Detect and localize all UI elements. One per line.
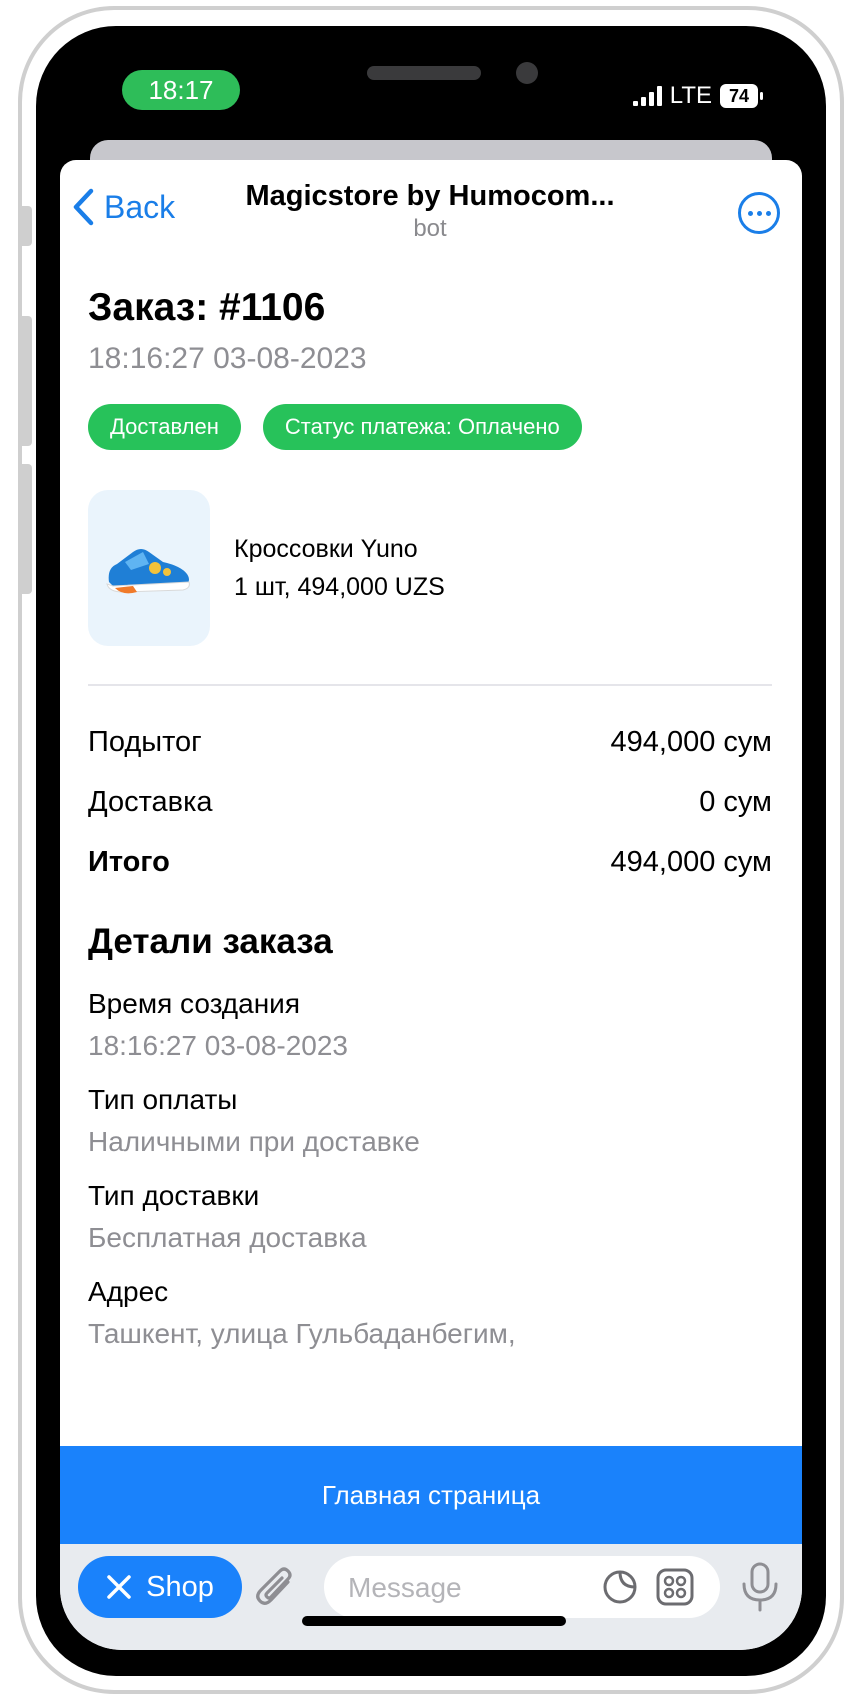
sneaker-icon [106,549,190,594]
payment-type-label: Тип оплаты [88,1084,238,1115]
chat-input-bar: Shop [60,1544,802,1650]
back-label: Back [104,188,176,225]
address-label: Адрес [88,1276,169,1307]
subtotal-label: Подытог [88,726,202,758]
home-indicator[interactable] [302,1616,566,1626]
dynamic-island-camera [516,62,538,84]
message-input[interactable] [346,1556,580,1620]
volume-down-button [18,464,32,594]
shop-label: Shop [146,1570,214,1603]
close-icon [107,1575,131,1599]
screen: 18:17 LTE 74 Back Magicstore by Humocom.… [60,42,802,1650]
created-time-value: 18:16:27 03-08-2023 [88,1030,348,1061]
delivery-type-value: Бесплатная доставка [88,1222,367,1253]
product-name: Кроссовки Yuno [234,535,418,563]
bot-subtitle: bot [413,215,447,242]
status-time[interactable]: 18:17 [122,70,240,110]
bot-title: Magicstore by Humocom... [245,180,615,212]
order-details-title: Детали заказа [88,922,333,961]
message-field[interactable] [324,1556,720,1620]
sticker-icon[interactable] [602,1569,638,1605]
order-title: Заказ: #1106 [88,286,326,329]
product-item[interactable]: Кроссовки Yuno 1 шт, 494,000 UZS [88,490,772,646]
product-quantity-price: 1 шт, 494,000 UZS [234,573,445,601]
product-text: Кроссовки Yuno 1 шт, 494,000 UZS [234,530,445,606]
webapp-sheet: Back Magicstore by Humocom... bot Заказ:… [60,160,802,1650]
divider [88,684,772,686]
address-value: Ташкент, улица Гульбаданбегим, [88,1318,516,1349]
bot-commands-icon[interactable] [656,1568,694,1606]
network-type: LTE [669,82,712,109]
header-title-block: Magicstore by Humocom... bot [210,180,650,243]
battery-icon: 74 [720,84,763,108]
mute-switch [18,206,32,246]
subtotal-row: Подытог 494,000 сум [88,726,772,760]
subtotal-value: 494,000 сум [610,726,773,758]
main-page-button[interactable]: Главная страница [60,1446,802,1544]
signal-icon [632,86,662,106]
back-button[interactable]: Back [72,188,175,226]
total-label: Итого [88,846,170,878]
attachment-icon[interactable] [254,1564,298,1612]
total-value: 494,000 сум [610,846,773,878]
payment-status-badge: Статус платежа: Оплачено [262,404,582,450]
microphone-icon[interactable] [740,1562,780,1612]
order-date: 18:16:27 03-08-2023 [88,342,367,375]
battery-level: 74 [728,85,750,106]
order-content: Заказ: #1106 18:16:27 03-08-2023 Доставл… [88,286,772,1350]
more-options-button[interactable] [738,192,780,234]
total-row: Итого 494,000 сум [88,846,772,880]
more-dot-icon [747,210,753,216]
chevron-left-icon [73,188,94,226]
delivery-row: Доставка 0 сум [88,786,772,820]
created-time-label: Время создания [88,988,300,1019]
delivery-status-badge: Доставлен [88,404,241,450]
delivery-type-label: Тип доставки [88,1180,260,1211]
product-image [88,490,210,646]
delivery-label: Доставка [88,786,213,818]
status-indicators: LTE 74 [632,82,763,110]
volume-up-button [18,316,32,446]
dynamic-island-speaker [367,66,481,80]
delivery-value: 0 сум [699,786,772,818]
order-badges: Доставлен Статус платежа: Оплачено [88,404,772,450]
shop-menu-button[interactable]: Shop [78,1556,242,1618]
payment-type-value: Наличными при доставке [88,1126,420,1157]
